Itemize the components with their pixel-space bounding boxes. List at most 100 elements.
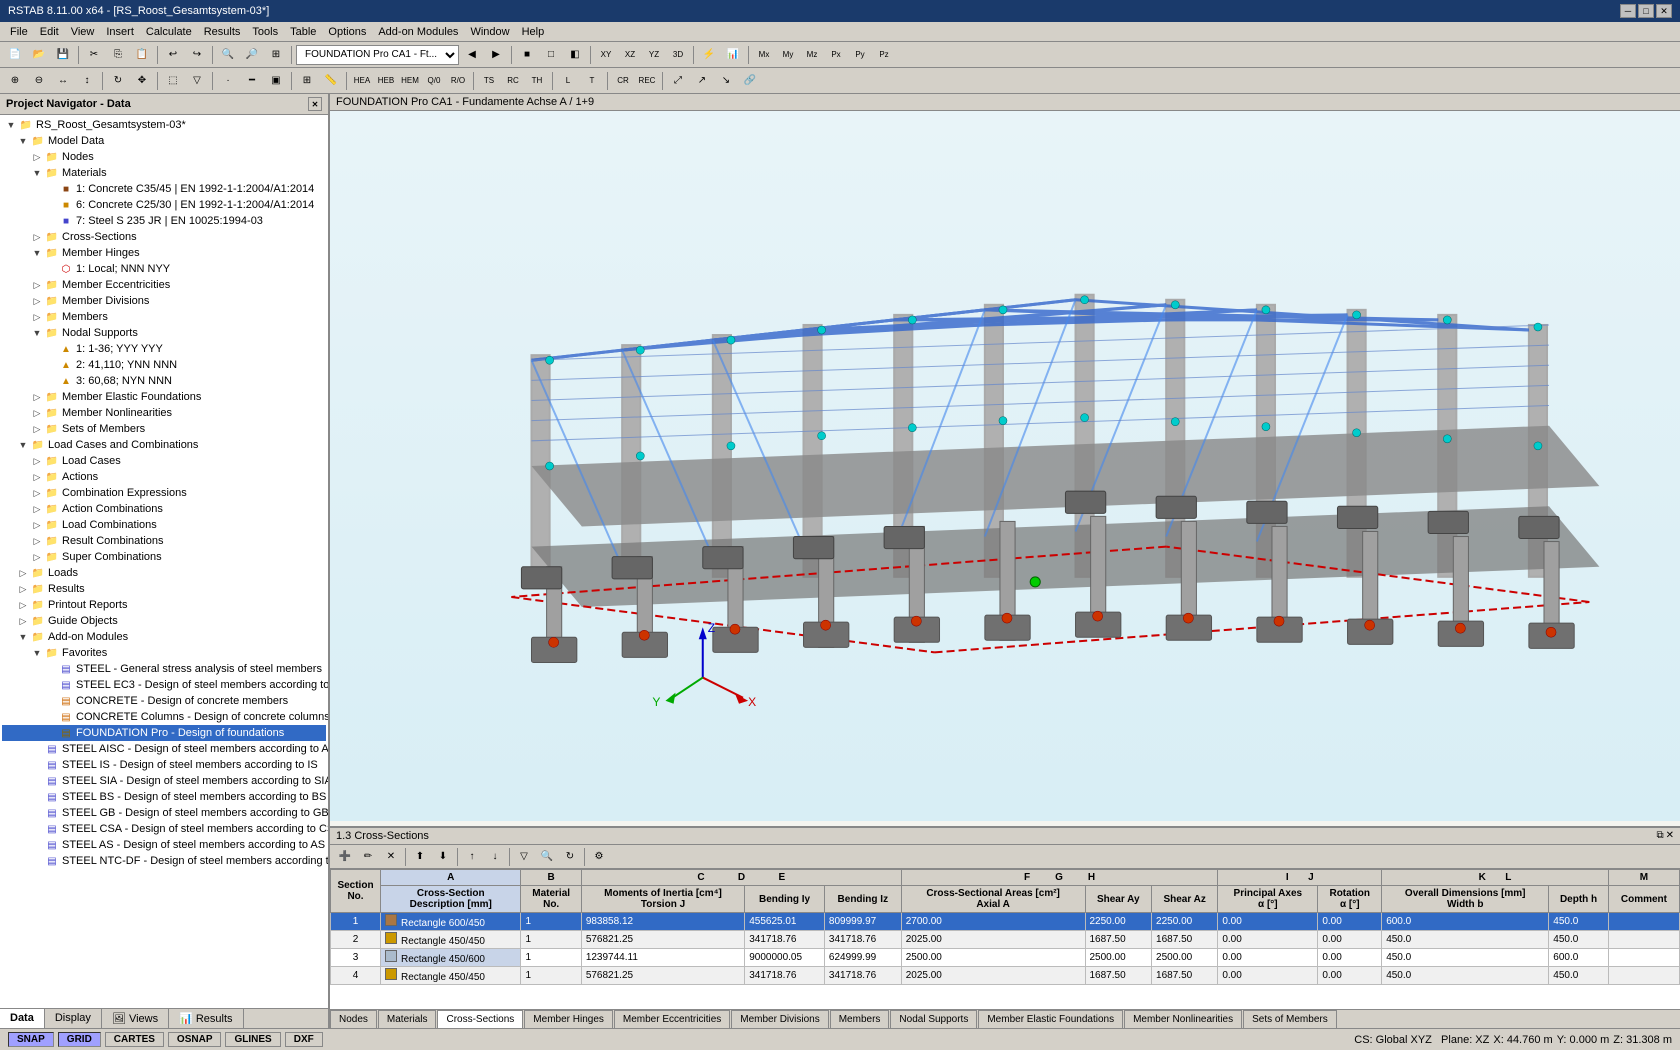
tb-wireframe[interactable]: □ (540, 44, 562, 66)
tb-results-btn[interactable]: 📊 (722, 44, 744, 66)
tree-addon-modules[interactable]: ▼ 📁 Add-on Modules (2, 629, 326, 645)
tb-my[interactable]: My (777, 44, 799, 66)
bt-export[interactable]: ⬇ (432, 846, 454, 868)
tree-load-cases-comb[interactable]: ▼ 📁 Load Cases and Combinations (2, 437, 326, 453)
tree-member-elastic-foundations[interactable]: ▷ 📁 Member Elastic Foundations (2, 389, 326, 405)
foundation-dropdown[interactable]: FOUNDATION Pro CA1 - Ft... (296, 45, 459, 65)
status-cartes[interactable]: CARTES (105, 1032, 164, 1047)
tb-view-xz[interactable]: XZ (619, 44, 641, 66)
bottom-nav-tab-member-eccentricities[interactable]: Member Eccentricities (614, 1010, 730, 1028)
tb-shade[interactable]: ◧ (564, 44, 586, 66)
tb2-surface[interactable]: ▣ (265, 70, 287, 92)
tree-cross-sections[interactable]: ▷ 📁 Cross-Sections (2, 229, 326, 245)
tree-load-combinations[interactable]: ▷ 📁 Load Combinations (2, 517, 326, 533)
tree-mat6[interactable]: ■ 6: Concrete C25/30 | EN 1992-1-1:2004/… (2, 197, 326, 213)
status-dxf[interactable]: DXF (285, 1032, 323, 1047)
tb-py[interactable]: Py (849, 44, 871, 66)
tb2-l[interactable]: L (557, 70, 579, 92)
tb-zoom-fit[interactable]: ⊞ (265, 44, 287, 66)
tree-support2[interactable]: ▲ 2: 41,110; YNN NNN (2, 357, 326, 373)
tb-mz[interactable]: Mz (801, 44, 823, 66)
view-canvas[interactable]: Z X Y (330, 111, 1680, 821)
menu-results[interactable]: Results (198, 24, 247, 40)
menu-tools[interactable]: Tools (246, 24, 284, 40)
tree-steel-general[interactable]: ▤ STEEL - General stress analysis of ste… (2, 661, 326, 677)
tb2-misc2[interactable]: ↗ (691, 70, 713, 92)
tree-foundation-pro[interactable]: ▤ FOUNDATION Pro - Design of foundations (2, 725, 326, 741)
bottom-nav-tab-cross-sections[interactable]: Cross-Sections (437, 1010, 523, 1028)
tb-zoom-in[interactable]: 🔍 (217, 44, 239, 66)
tree-loads[interactable]: ▷ 📁 Loads (2, 565, 326, 581)
bt-sort-desc[interactable]: ↓ (484, 846, 506, 868)
bottom-float-btn[interactable]: ⧉ (1656, 830, 1663, 842)
tb-view-3d[interactable]: 3D (667, 44, 689, 66)
bt-edit[interactable]: ✏ (357, 846, 379, 868)
bottom-nav-tab-member-nonlinearities[interactable]: Member Nonlinearities (1124, 1010, 1242, 1028)
maximize-button[interactable]: □ (1638, 4, 1654, 18)
tree-concrete[interactable]: ▤ CONCRETE - Design of concrete members (2, 693, 326, 709)
tb2-move[interactable]: ✥ (131, 70, 153, 92)
tb2-annot1[interactable]: HEA (351, 70, 373, 92)
tb-next[interactable]: ▶ (485, 44, 507, 66)
tb2-annot5[interactable]: R/O (447, 70, 469, 92)
menu-window[interactable]: Window (464, 24, 515, 40)
tree-steel-as[interactable]: ▤ STEEL AS - Design of steel members acc… (2, 837, 326, 853)
table-row[interactable]: 4Rectangle 450/4501576821.25341718.76341… (331, 967, 1680, 985)
tb-paste[interactable]: 📋 (131, 44, 153, 66)
minimize-button[interactable]: ─ (1620, 4, 1636, 18)
tab-data[interactable]: Data (0, 1009, 45, 1028)
tree-concrete-columns[interactable]: ▤ CONCRETE Columns - Design of concrete … (2, 709, 326, 725)
tb2-snap[interactable]: ⊞ (296, 70, 318, 92)
bottom-nav-tab-nodes[interactable]: Nodes (330, 1010, 377, 1028)
tree-mat7[interactable]: ■ 7: Steel S 235 JR | EN 10025:1994-03 (2, 213, 326, 229)
tb-view-xy[interactable]: XY (595, 44, 617, 66)
tree-member-divisions[interactable]: ▷ 📁 Member Divisions (2, 293, 326, 309)
table-row[interactable]: 3Rectangle 450/60011239744.119000000.056… (331, 949, 1680, 967)
tab-display[interactable]: Display (45, 1009, 102, 1028)
table-row[interactable]: 1Rectangle 600/4501983858.12455625.01809… (331, 913, 1680, 931)
close-button[interactable]: ✕ (1656, 4, 1672, 18)
tree-model-data[interactable]: ▼ 📁 Model Data (2, 133, 326, 149)
tb2-cr[interactable]: CR (612, 70, 634, 92)
bottom-nav-tab-sets-of-members[interactable]: Sets of Members (1243, 1010, 1337, 1028)
bt-delete[interactable]: ✕ (380, 846, 402, 868)
bt-add[interactable]: ➕ (334, 846, 356, 868)
tree-hinge1[interactable]: ⬡ 1: Local; NNN NYY (2, 261, 326, 277)
menu-insert[interactable]: Insert (100, 24, 140, 40)
tb-redo[interactable]: ↪ (186, 44, 208, 66)
tb2-measure[interactable]: 📏 (320, 70, 342, 92)
tree-members[interactable]: ▷ 📁 Members (2, 309, 326, 325)
tree-root[interactable]: ▼ 📁 RS_Roost_Gesamtsystem-03* (2, 117, 326, 133)
bottom-nav-tab-member-hinges[interactable]: Member Hinges (524, 1010, 613, 1028)
tb2-rotate[interactable]: ↻ (107, 70, 129, 92)
tb2-misc3[interactable]: ↘ (715, 70, 737, 92)
tb2-misc1[interactable]: ⤢ (667, 70, 689, 92)
tb2-annot3[interactable]: HEM (399, 70, 421, 92)
tree-steel-csa[interactable]: ▤ STEEL CSA - Design of steel members ac… (2, 821, 326, 837)
tree-steel-aisc[interactable]: ▤ STEEL AISC - Design of steel members a… (2, 741, 326, 757)
tree-support1[interactable]: ▲ 1: 1-36; YYY YYY (2, 341, 326, 357)
tree-support3[interactable]: ▲ 3: 60,68; NYN NNN (2, 373, 326, 389)
tree-combination-expressions[interactable]: ▷ 📁 Combination Expressions (2, 485, 326, 501)
tb-cut[interactable]: ✂ (83, 44, 105, 66)
bottom-nav-tab-members[interactable]: Members (830, 1010, 890, 1028)
tb2-annot2[interactable]: HEB (375, 70, 397, 92)
tb-undo[interactable]: ↩ (162, 44, 184, 66)
menu-table[interactable]: Table (284, 24, 322, 40)
panel-close-btn[interactable]: ✕ (308, 97, 322, 111)
tb-zoom-out[interactable]: 🔎 (241, 44, 263, 66)
tree-load-cases[interactable]: ▷ 📁 Load Cases (2, 453, 326, 469)
tb2-th[interactable]: TH (526, 70, 548, 92)
tb-calculate[interactable]: ⚡ (698, 44, 720, 66)
tab-views[interactable]: 🖼 Views (102, 1009, 169, 1028)
tree-printout[interactable]: ▷ 📁 Printout Reports (2, 597, 326, 613)
tree-sets-of-members[interactable]: ▷ 📁 Sets of Members (2, 421, 326, 437)
tb2-rc[interactable]: RC (502, 70, 524, 92)
tree-nodal-supports[interactable]: ▼ 📁 Nodal Supports (2, 325, 326, 341)
bottom-nav-tab-nodal-supports[interactable]: Nodal Supports (890, 1010, 977, 1028)
tree-result-combinations[interactable]: ▷ 📁 Result Combinations (2, 533, 326, 549)
tree-nodes[interactable]: ▷ 📁 Nodes (2, 149, 326, 165)
tree-member-nonlinearities[interactable]: ▷ 📁 Member Nonlinearities (2, 405, 326, 421)
bottom-nav-tab-member-elastic-foundations[interactable]: Member Elastic Foundations (978, 1010, 1123, 1028)
tb-open[interactable]: 📂 (28, 44, 50, 66)
